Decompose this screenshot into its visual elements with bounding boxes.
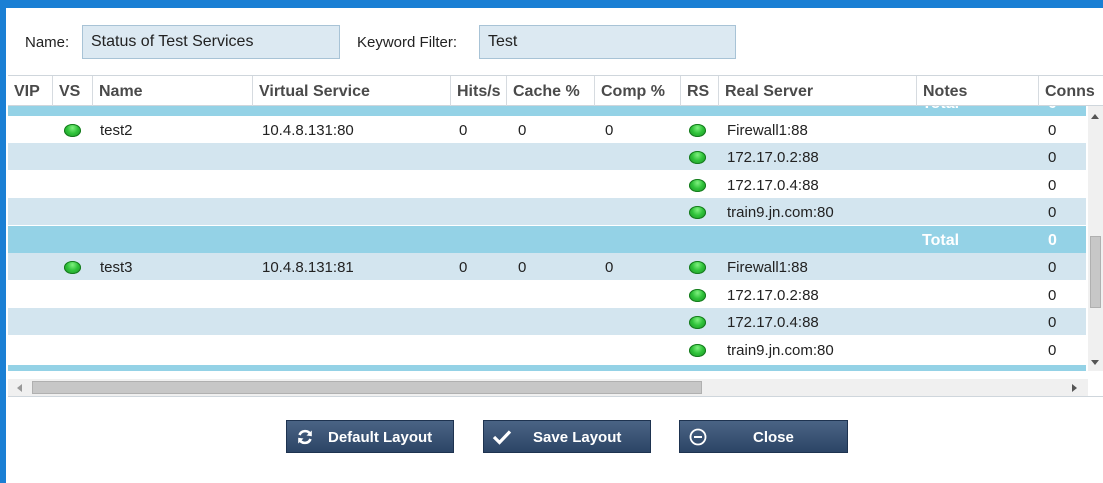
save-layout-button[interactable]: Save Layout [483,420,651,453]
col-header-rs[interactable]: RS [680,76,718,106]
total-row[interactable]: Total 0 [8,226,1086,253]
checkmark-icon [492,427,512,447]
rs-status-icon [689,151,706,164]
real-server: Firewall1:88 [727,122,808,139]
save-layout-label: Save Layout [533,429,622,446]
vertical-scrollbar[interactable] [1088,106,1103,371]
rs-status-icon [689,179,706,192]
real-server: train9.jn.com:80 [727,204,834,221]
cache: 0 [518,122,527,139]
conns: 0 [1048,177,1057,194]
conns: 0 [1048,314,1057,331]
col-header-comp[interactable]: Comp % [594,76,680,106]
virtual-service: 10.4.8.131:81 [262,259,354,276]
horizontal-scroll-thumb[interactable] [32,381,702,394]
col-header-conns[interactable]: Conns [1038,76,1103,106]
col-header-cache[interactable]: Cache % [506,76,594,106]
conns: 0 [1048,204,1057,221]
total-row[interactable]: Total 0 [8,106,1086,116]
refresh-icon [295,427,315,447]
rs-status-icon [689,206,706,219]
cache: 0 [518,259,527,276]
vs-status-icon [64,261,81,274]
services-grid: VIP VS Name Virtual Service Hits/s Cache… [8,75,1103,397]
layout-dialog: Name: Keyword Filter: VIP VS Name Virtua… [6,8,1103,483]
table-row[interactable]: 172.17.0.4:88 0 [8,308,1086,335]
name-label: Name: [25,34,70,51]
table-row[interactable]: train9.jn.com:80 0 [8,336,1086,363]
rs-status-icon [689,316,706,329]
rs-status-icon [689,124,706,137]
total-conns: 0 [1048,232,1057,249]
keyword-filter-field[interactable] [479,25,736,59]
scroll-left-icon[interactable] [17,384,22,392]
col-header-virtual-service[interactable]: Virtual Service [252,76,450,106]
grid-header: VIP VS Name Virtual Service Hits/s Cache… [8,76,1103,106]
table-row[interactable]: 172.17.0.2:88 0 [8,143,1086,170]
rs-status-icon [689,261,706,274]
real-server: 172.17.0.2:88 [727,149,819,166]
total-label: Total [922,106,959,116]
hits: 0 [459,122,468,139]
rs-status-icon [689,344,706,357]
conns: 0 [1048,122,1057,139]
filter-bar: Name: Keyword Filter: [6,8,1103,74]
real-server: 172.17.0.2:88 [727,287,819,304]
vs-name: test2 [100,122,133,139]
conns: 0 [1048,149,1057,166]
conns: 0 [1048,287,1057,304]
total-conns: 0 [1048,106,1057,116]
grid-body: Total 0 test2 10.4.8.131:80 0 0 0 Firewa… [8,106,1086,371]
col-header-name[interactable]: Name [92,76,252,106]
close-button[interactable]: Close [679,420,848,453]
col-header-notes[interactable]: Notes [916,76,1038,106]
scroll-right-icon[interactable] [1072,384,1077,392]
default-layout-button[interactable]: Default Layout [286,420,454,453]
real-server: 172.17.0.4:88 [727,314,819,331]
col-header-vip[interactable]: VIP [8,76,52,106]
vs-status-icon [64,124,81,137]
col-header-vs[interactable]: VS [52,76,92,106]
comp: 0 [605,259,614,276]
col-header-real-server[interactable]: Real Server [718,76,916,106]
conns: 0 [1048,342,1057,359]
table-row[interactable]: train9.jn.com:80 0 [8,198,1086,225]
vs-name: test3 [100,259,133,276]
table-row[interactable]: test2 10.4.8.131:80 0 0 0 Firewall1:88 0 [8,116,1086,143]
comp: 0 [605,122,614,139]
keyword-filter-label: Keyword Filter: [357,34,458,51]
scroll-down-icon[interactable] [1091,360,1099,365]
rs-status-icon [689,289,706,302]
vertical-scroll-thumb[interactable] [1090,236,1101,308]
name-field[interactable] [82,25,340,59]
default-layout-label: Default Layout [328,429,433,446]
minus-circle-icon [688,427,708,447]
total-row[interactable] [8,365,1086,371]
table-row[interactable]: test3 10.4.8.131:81 0 0 0 Firewall1:88 0 [8,253,1086,280]
table-row[interactable]: 172.17.0.2:88 0 [8,281,1086,308]
total-label: Total [922,232,960,249]
close-label: Close [753,429,794,446]
virtual-service: 10.4.8.131:80 [262,122,354,139]
col-header-hits[interactable]: Hits/s [450,76,506,106]
scroll-up-icon[interactable] [1091,114,1099,119]
hits: 0 [459,259,468,276]
real-server: Firewall1:88 [727,259,808,276]
conns: 0 [1048,259,1057,276]
real-server: train9.jn.com:80 [727,342,834,359]
table-row[interactable]: 172.17.0.4:88 0 [8,171,1086,198]
real-server: 172.17.0.4:88 [727,177,819,194]
horizontal-scrollbar[interactable] [8,379,1088,396]
